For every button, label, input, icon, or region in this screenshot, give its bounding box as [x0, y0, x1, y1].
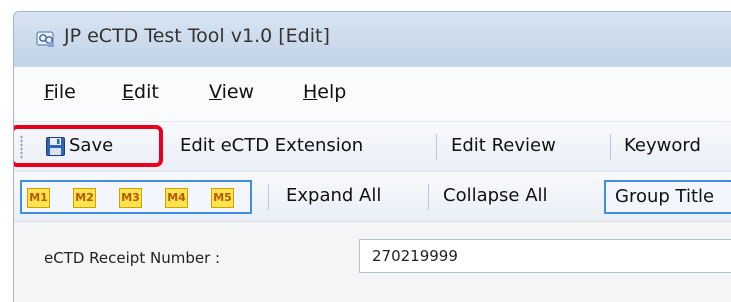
toolbar-separator [610, 134, 611, 160]
menu-file-label: ile [53, 81, 76, 103]
app-window: JP eCTD Test Tool v1.0 [Edit] File Edit … [13, 11, 731, 302]
module-m3-button[interactable]: M3 [119, 188, 142, 208]
toolbar-separator [268, 184, 269, 210]
module-m5-button[interactable]: M5 [211, 188, 234, 208]
menu-file-mnemonic: F [44, 81, 54, 103]
menu-edit-label: dit [134, 81, 159, 103]
expand-all-button[interactable]: Expand All [286, 181, 381, 211]
module-m1-button[interactable]: M1 [27, 188, 50, 208]
main-toolbar: Save Edit eCTD Extension Edit Review Key… [14, 121, 731, 172]
menu-help-label: elp [317, 81, 347, 103]
menu-help[interactable]: Help [303, 81, 346, 103]
collapse-all-button[interactable]: Collapse All [443, 181, 548, 211]
title-bar: JP eCTD Test Tool v1.0 [Edit] [14, 12, 731, 62]
menu-view-label: iew [221, 81, 255, 103]
keyword-button[interactable]: Keyword [624, 131, 701, 161]
receipt-number-label: eCTD Receipt Number : [44, 249, 221, 267]
toolbar-separator [436, 134, 437, 160]
module-toolbar: M1 M2 M3 M4 M5 Expand All Collapse All G… [14, 171, 731, 222]
window-title: JP eCTD Test Tool v1.0 [Edit] [64, 25, 330, 47]
toolbar-separator [428, 184, 429, 210]
menu-bar: File Edit View Help [14, 67, 731, 121]
module-m2-button[interactable]: M2 [73, 188, 96, 208]
edit-ectd-extension-button[interactable]: Edit eCTD Extension [180, 131, 363, 161]
edit-review-button[interactable]: Edit Review [451, 131, 556, 161]
menu-help-mnemonic: H [303, 81, 318, 103]
form-area: eCTD Receipt Number : 270219999 [14, 221, 731, 302]
menu-edit[interactable]: Edit [122, 81, 159, 103]
save-button[interactable]: Save [69, 131, 113, 161]
menu-file[interactable]: File [44, 81, 76, 103]
menu-edit-mnemonic: E [122, 81, 135, 103]
menu-view-mnemonic: V [209, 81, 222, 103]
floppy-disk-icon [46, 137, 65, 156]
module-m4-button[interactable]: M4 [165, 188, 188, 208]
receipt-number-field[interactable]: 270219999 [359, 239, 731, 273]
menu-view[interactable]: View [209, 81, 254, 103]
app-tool-icon [36, 31, 54, 47]
group-title-dropdown[interactable]: Group Title [604, 180, 731, 214]
module-button-group: M1 M2 M3 M4 M5 [20, 180, 252, 214]
